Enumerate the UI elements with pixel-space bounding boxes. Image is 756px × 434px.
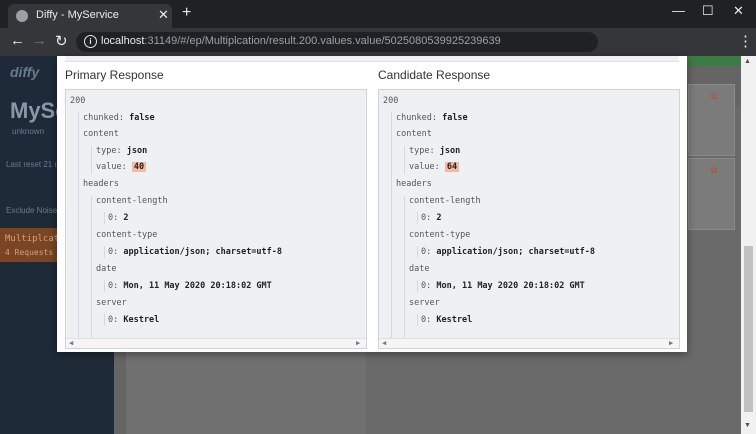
horizontal-scrollbar[interactable]: ◀ ▶ (379, 338, 679, 348)
date-key: date (409, 264, 430, 274)
reload-icon[interactable]: ↻ (55, 32, 68, 50)
content-type-value: 0: application/json; charset=utf-8 (421, 247, 596, 257)
type-field: type: json (96, 146, 148, 156)
tab-close-icon[interactable]: ✕ (158, 7, 169, 23)
headers-key: headers (396, 179, 432, 189)
minimize-icon[interactable]: — (672, 3, 685, 18)
status-strip (688, 56, 741, 66)
content-length-value: 0: 2 (421, 213, 442, 223)
date-key: date (96, 264, 117, 274)
address-bar[interactable]: i localhost:31149/#/ep/Multiplcation/res… (76, 32, 598, 52)
back-icon[interactable]: ← (10, 32, 25, 49)
content-type-value: 0: application/json; charset=utf-8 (108, 247, 283, 257)
candidate-response-panel: 200 chunked: false content type: json va… (378, 89, 680, 349)
browser-tab[interactable]: Diffy - MyService ✕ (8, 4, 172, 28)
server-value: 0: Kestrel (108, 315, 160, 325)
server-value: 0: Kestrel (421, 315, 473, 325)
status-code: 200 (70, 96, 86, 106)
content-length-value: 0: 2 (108, 213, 129, 223)
status-code: 200 (383, 96, 399, 106)
app-logo: diffy (10, 64, 40, 80)
page-scrollbar[interactable]: ▲ ▼ (741, 56, 756, 434)
server-key: server (409, 298, 440, 308)
content-key: content (83, 129, 119, 139)
primary-response-title: Primary Response (65, 68, 164, 82)
scroll-left-icon[interactable]: ◀ (69, 339, 73, 347)
globe-icon (16, 10, 28, 22)
primary-response-panel: 200 chunked: false content type: json va… (65, 89, 367, 349)
scroll-left-icon[interactable]: ◀ (382, 339, 386, 347)
content-length-key: content-length (409, 196, 481, 206)
horizontal-scrollbar[interactable]: ◀ ▶ (66, 338, 366, 348)
server-key: server (96, 298, 127, 308)
candidate-response-title: Candidate Response (378, 68, 491, 82)
headers-key: headers (83, 179, 119, 189)
date-value: 0: Mon, 11 May 2020 20:18:02 GMT (421, 281, 585, 291)
content-type-key: content-type (409, 230, 471, 240)
scroll-right-icon[interactable]: ▶ (669, 339, 673, 347)
diff-highlight: 64 (444, 162, 460, 172)
date-value: 0: Mon, 11 May 2020 20:18:02 GMT (108, 281, 272, 291)
content-length-key: content-length (96, 196, 168, 206)
scroll-up-icon[interactable]: ▲ (744, 58, 751, 65)
forward-icon[interactable]: → (32, 32, 47, 49)
browser-tab-bar: Diffy - MyService ✕ + — ☐ ✕ (0, 0, 756, 28)
new-tab-icon[interactable]: + (182, 4, 191, 22)
diff-highlight: 40 (131, 162, 147, 172)
background-card: ⧉ (688, 158, 735, 230)
browser-toolbar: ← → ↻ i localhost:31149/#/ep/Multiplcati… (0, 28, 756, 56)
content-key: content (396, 129, 432, 139)
endpoint-requests: 4 Requests (5, 248, 54, 257)
scroll-down-icon[interactable]: ▼ (744, 422, 751, 429)
response-diff-modal: Primary Response 200 chunked: false cont… (57, 56, 687, 352)
maximize-icon[interactable]: ☐ (702, 3, 714, 19)
tab-title: Diffy - MyService (36, 9, 119, 21)
service-subtitle: unknown (12, 127, 45, 136)
external-link-icon[interactable]: ⧉ (711, 91, 717, 102)
exclude-noise-toggle[interactable]: Exclude Noise (6, 206, 57, 215)
browser-menu-icon[interactable]: ⋮ (738, 32, 753, 50)
info-icon[interactable]: i (84, 35, 97, 48)
window-close-icon[interactable]: ✕ (733, 3, 744, 19)
last-reset-text: Last reset 21 m (6, 160, 62, 169)
chunked-field: chunked: false (83, 113, 155, 123)
scroll-right-icon[interactable]: ▶ (356, 339, 360, 347)
value-field: value: 40 (96, 162, 147, 172)
content-type-key: content-type (96, 230, 158, 240)
background-card: ⧉ (688, 84, 735, 156)
scrollbar-thumb[interactable] (744, 246, 753, 412)
external-link-icon[interactable]: ⧉ (711, 165, 717, 176)
value-field: value: 64 (409, 162, 460, 172)
modal-top-scrollbar[interactable] (65, 56, 679, 62)
chunked-field: chunked: false (396, 113, 468, 123)
url-text: localhost:31149/#/ep/Multiplcation/resul… (101, 35, 501, 47)
type-field: type: json (409, 146, 461, 156)
